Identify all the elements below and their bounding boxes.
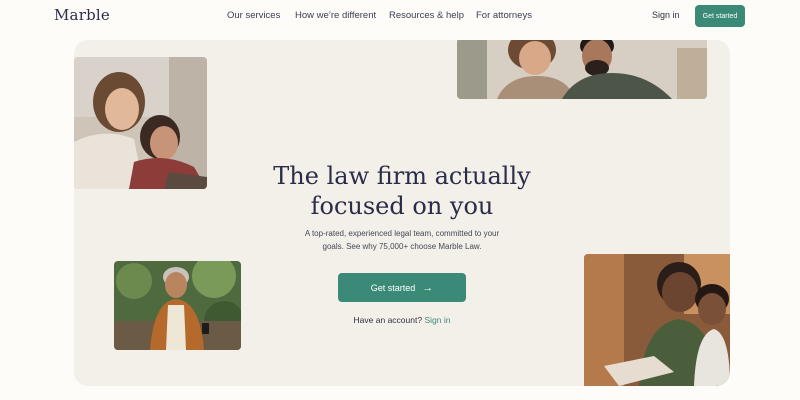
subtext-line-2: goals. See why 75,000+ choose Marble Law… [322,242,482,251]
cta-label: Get started [370,282,416,293]
hero-section: The law firm actually focused on you A t… [74,40,730,386]
hero-get-started-button[interactable]: Get started → [338,273,466,302]
nav-get-started-button[interactable]: Get started [695,5,745,27]
nav-sign-in-link[interactable]: Sign in [652,10,680,20]
marble-logo[interactable]: Marble [54,6,110,24]
nav-for-attorneys[interactable]: For attorneys [476,10,532,21]
arrow-right-icon: → [422,281,434,294]
couple-photo [457,40,707,99]
account-prompt: Have an account? Sign in [74,315,730,325]
headline-line-2: focused on you [310,192,494,220]
top-nav: Marble Our services How we’re different … [0,0,800,34]
headline-line-1: The law firm actually [273,162,531,190]
woman-with-phone-photo [114,261,241,350]
hero-headline: The law firm actually focused on you [74,161,730,221]
nav-our-services[interactable]: Our services [227,10,280,21]
nav-resources-help[interactable]: Resources & help [389,10,464,21]
hero-subtext: A top-rated, experienced legal team, com… [292,227,512,253]
hero-sign-in-link[interactable]: Sign in [424,315,450,325]
account-prompt-text: Have an account? [353,315,423,325]
subtext-line-1: A top-rated, experienced legal team, com… [304,229,500,238]
nav-how-different[interactable]: How we’re different [295,10,376,21]
